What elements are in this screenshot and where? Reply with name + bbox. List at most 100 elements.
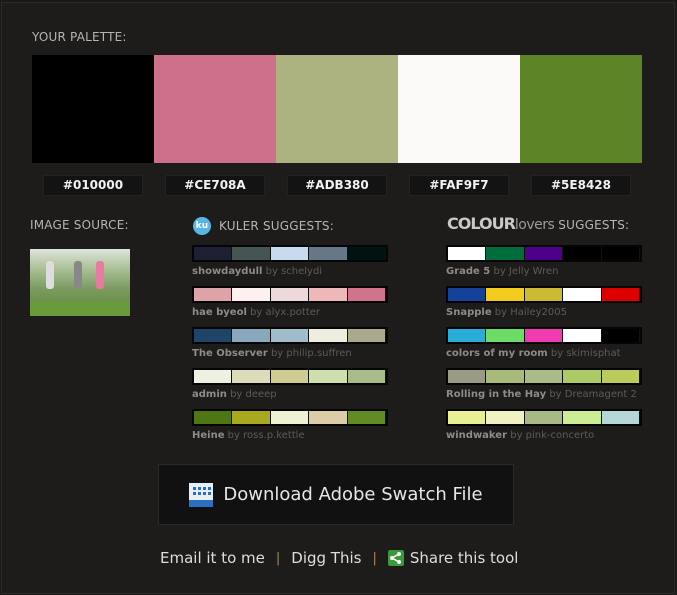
download-swatch-button[interactable]: Download Adobe Swatch File: [158, 464, 514, 525]
digg-link[interactable]: Digg This: [291, 549, 361, 567]
share-label: Share this tool: [409, 549, 519, 567]
palette-swatches: [32, 55, 642, 163]
suggestion-swatch: [563, 247, 602, 260]
hex-value[interactable]: #010000: [43, 175, 143, 196]
suggestion-swatch: [563, 370, 602, 383]
suggestion-swatch: [601, 247, 641, 260]
suggestion-name: windwaker: [446, 430, 508, 441]
suggestion-swatch: [347, 370, 387, 383]
suggestion-swatch: [563, 411, 602, 424]
suggestion-swatch: [563, 288, 602, 301]
palette-swatch[interactable]: [276, 55, 398, 163]
email-link[interactable]: Email it to me: [160, 549, 265, 567]
suggestion-strip[interactable]: [192, 286, 388, 303]
suggestion-swatch: [524, 247, 564, 260]
suggestion-strip[interactable]: [192, 245, 388, 262]
suggestion-swatch: [194, 247, 233, 260]
suggestion-swatch: [194, 288, 233, 301]
suggestion-swatch: [309, 370, 348, 383]
suggestion-author: by Dreamagent 2: [549, 389, 637, 400]
palette-swatch[interactable]: [520, 55, 642, 163]
suggestion-caption[interactable]: Grade 5 by Jelly Wren: [446, 266, 559, 277]
colourlovers-heading: COLOUR lovers SUGGESTS:: [447, 214, 629, 233]
palette-swatch[interactable]: [32, 55, 154, 163]
suggestion-swatch: [347, 247, 387, 260]
kuler-suggestions: showdaydull by schelydi hae byeol by alyx…: [192, 245, 388, 465]
palette-heading: YOUR PALETTE:: [32, 30, 127, 44]
suggestion-name: Rolling in the Hay: [446, 389, 547, 400]
suggestion-swatch: [309, 288, 348, 301]
suggestion-caption[interactable]: Rolling in the Hay by Dreamagent 2: [446, 389, 637, 400]
suggestion-swatch: [232, 411, 271, 424]
image-source-heading: IMAGE SOURCE:: [30, 218, 129, 232]
hex-value[interactable]: #FAF9F7: [409, 175, 509, 196]
kuler-heading-label: KULER SUGGESTS:: [219, 219, 334, 233]
suggestion-name: The Observer: [192, 348, 268, 359]
suggestion-swatch: [270, 288, 310, 301]
source-image-thumbnail[interactable]: [30, 249, 130, 316]
suggestion-caption[interactable]: Heine by ross.p.kettle: [192, 430, 305, 441]
suggestion-name: colors of my room: [446, 348, 548, 359]
suggestion-swatch: [524, 329, 564, 342]
palette-swatch[interactable]: [398, 55, 520, 163]
suggestion-swatch: [563, 329, 602, 342]
kuler-heading: ku KULER SUGGESTS:: [193, 217, 334, 235]
suggestion-caption[interactable]: admin by deeep: [192, 389, 277, 400]
suggestion-strip[interactable]: [192, 368, 388, 385]
suggestion-author: by Hailey2005: [494, 307, 567, 318]
colourlovers-heading-label: SUGGESTS:: [558, 218, 630, 232]
palette-swatch[interactable]: [154, 55, 276, 163]
suggestion-name: hae byeol: [192, 307, 247, 318]
suggestion-swatch: [448, 370, 487, 383]
suggestion-swatch: [601, 411, 641, 424]
suggestion-strip[interactable]: [192, 327, 388, 344]
suggestion-swatch: [486, 247, 525, 260]
suggestion-swatch: [601, 329, 641, 342]
suggestion-swatch: [347, 329, 387, 342]
suggestion-strip[interactable]: [446, 368, 642, 385]
hex-value[interactable]: #CE708A: [165, 175, 265, 196]
suggestion-swatch: [486, 370, 525, 383]
suggestion-swatch: [486, 329, 525, 342]
colourlovers-suggestions: Grade 5 by Jelly Wren Snapple by Hailey20…: [446, 245, 642, 465]
suggestion-strip[interactable]: [446, 409, 642, 426]
suggestion-swatch: [232, 370, 271, 383]
suggestion-swatch: [448, 247, 487, 260]
suggestion-swatch: [601, 370, 641, 383]
suggestion-swatch: [194, 370, 233, 383]
suggestion-caption[interactable]: windwaker by pink-concerto: [446, 430, 594, 441]
suggestion-author: by philip.suffren: [270, 348, 352, 359]
share-link[interactable]: Share this tool: [387, 549, 519, 567]
suggestion-caption[interactable]: Snapple by Hailey2005: [446, 307, 567, 318]
separator: |: [372, 550, 377, 566]
suggestion-author: by alyx.potter: [250, 307, 321, 318]
suggestion-swatch: [232, 247, 271, 260]
suggestion-name: showdaydull: [192, 266, 263, 277]
suggestion-name: Heine: [192, 430, 225, 441]
suggestion-author: by pink-concerto: [510, 430, 595, 441]
suggestion-swatch: [601, 288, 641, 301]
suggestion-strip[interactable]: [446, 286, 642, 303]
suggestion-caption[interactable]: showdaydull by schelydi: [192, 266, 322, 277]
suggestion-swatch: [232, 288, 271, 301]
suggestion-caption[interactable]: hae byeol by alyx.potter: [192, 307, 320, 318]
suggestion-name: admin: [192, 389, 227, 400]
suggestion-strip[interactable]: [446, 327, 642, 344]
suggestion-author: by schelydi: [265, 266, 323, 277]
suggestion-caption[interactable]: colors of my room by skimisphat: [446, 348, 621, 359]
suggestion-strip[interactable]: [446, 245, 642, 262]
hex-value[interactable]: #5E8428: [531, 175, 631, 196]
suggestion-author: by ross.p.kettle: [227, 430, 305, 441]
suggestion-swatch: [194, 411, 233, 424]
swatch-file-icon: [189, 482, 214, 507]
suggestion-swatch: [486, 288, 525, 301]
download-label: Download Adobe Swatch File: [223, 484, 483, 505]
suggestion-author: by deeep: [230, 389, 277, 400]
suggestion-swatch: [448, 288, 487, 301]
suggestion-swatch: [270, 247, 310, 260]
hex-value[interactable]: #ADB380: [287, 175, 387, 196]
suggestion-strip[interactable]: [192, 409, 388, 426]
suggestion-caption[interactable]: The Observer by philip.suffren: [192, 348, 352, 359]
share-links: Email it to me | Digg This | Share this …: [160, 549, 518, 567]
suggestion-swatch: [232, 329, 271, 342]
